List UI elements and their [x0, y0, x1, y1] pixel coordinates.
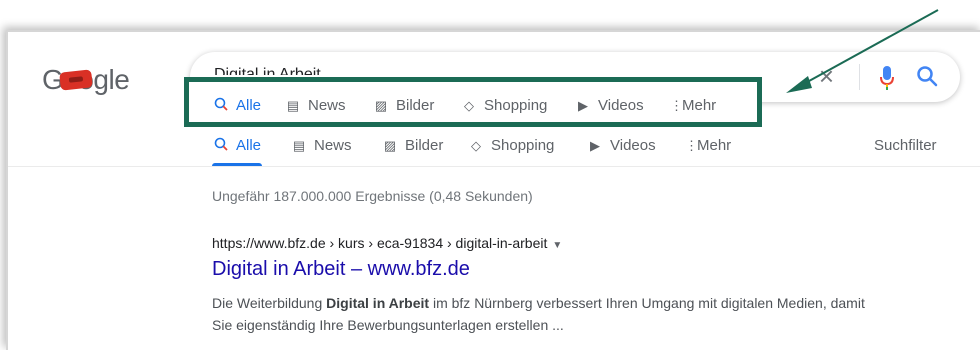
microphone-icon[interactable]: [880, 65, 894, 91]
result-url[interactable]: https://www.bfz.de › kurs › eca-91834 › …: [212, 235, 562, 251]
tab-label: Mehr: [682, 97, 717, 114]
result-title-link[interactable]: Digital in Arbeit – www.bfz.de: [212, 258, 470, 281]
result-snippet: Die Weiterbildung Digital in Arbeit im b…: [212, 292, 872, 336]
tab-label: Shopping: [491, 137, 555, 154]
snippet-bold: Digital in Arbeit: [326, 295, 430, 311]
tab-shopping[interactable]: ◇ Shopping: [467, 137, 554, 154]
tab-news[interactable]: ▤ News: [290, 137, 352, 154]
divider: [8, 166, 980, 167]
tab-mehr-highlight[interactable]: ⋮ Mehr: [670, 97, 716, 114]
tab-alle-highlight[interactable]: Alle: [212, 97, 261, 114]
more-vert-icon: ⋮: [670, 97, 683, 113]
tab-label: Videos: [610, 137, 656, 154]
image-icon: ▨: [374, 97, 388, 113]
play-icon: ▶: [578, 97, 588, 113]
tab-label: News: [308, 97, 346, 114]
logo-redaction: [59, 69, 93, 91]
tab-videos-highlight[interactable]: ▶ Videos: [574, 97, 644, 114]
divider: [859, 64, 860, 90]
suchfilter-button[interactable]: Suchfilter: [874, 137, 937, 154]
more-vert-icon: ⋮: [685, 137, 698, 153]
tab-alle[interactable]: Alle: [212, 137, 261, 154]
image-icon: ▨: [383, 137, 397, 153]
chevron-down-icon[interactable]: ▼: [552, 240, 562, 251]
play-icon: ▶: [590, 137, 600, 153]
tab-label: Bilder: [405, 137, 444, 154]
tab-label: Bilder: [396, 97, 435, 114]
news-icon: ▤: [286, 97, 300, 113]
tag-icon: ◇: [464, 97, 474, 113]
result-stats: Ungefähr 187.000.000 Ergebnisse (0,48 Se…: [212, 188, 533, 204]
tab-label: Alle: [236, 137, 262, 154]
tab-bilder[interactable]: ▨ Bilder: [381, 137, 444, 154]
close-icon[interactable]: ×: [819, 62, 834, 90]
tab-shopping-highlight[interactable]: ◇ Shopping: [460, 97, 547, 114]
news-icon: ▤: [292, 137, 306, 153]
tag-icon: ◇: [471, 137, 481, 153]
search-icon[interactable]: [916, 65, 938, 87]
tab-label: Alle: [236, 97, 262, 114]
tab-news-highlight[interactable]: ▤ News: [284, 97, 346, 114]
search-icon: [212, 137, 230, 154]
tab-label: Videos: [598, 97, 644, 114]
tab-mehr[interactable]: ⋮ Mehr: [685, 137, 731, 154]
tab-label: Shopping: [484, 97, 548, 114]
search-icon: [212, 97, 230, 114]
tab-label: News: [314, 137, 352, 154]
result-url-text: https://www.bfz.de › kurs › eca-91834 › …: [212, 235, 548, 251]
tab-videos[interactable]: ▶ Videos: [586, 137, 656, 154]
snippet-text: Die Weiterbildung: [212, 295, 327, 311]
tab-bilder-highlight[interactable]: ▨ Bilder: [372, 97, 435, 114]
tab-label: Mehr: [697, 137, 732, 154]
